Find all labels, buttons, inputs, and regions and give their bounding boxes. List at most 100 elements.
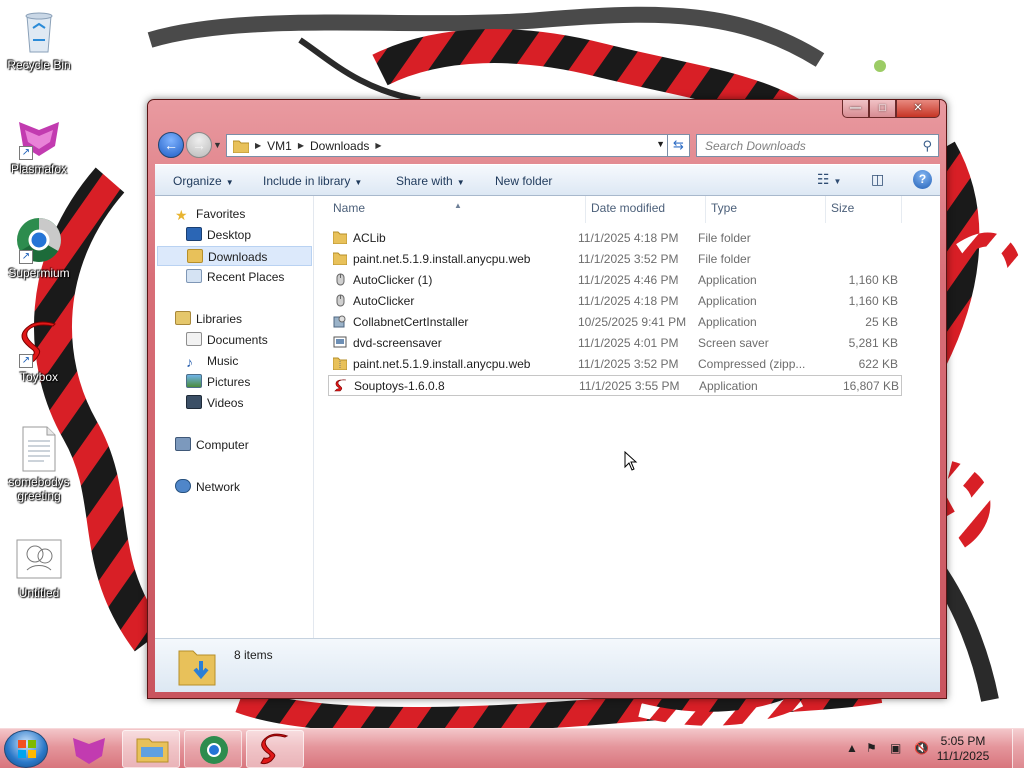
nav-music[interactable]: ♪ Music xyxy=(186,351,238,371)
nav-label: Documents xyxy=(207,333,268,347)
file-row[interactable]: paint.net.5.1.9.install.anycpu.web 11/1/2… xyxy=(328,354,902,375)
search-icon[interactable]: ⚲ xyxy=(922,138,932,154)
nav-videos[interactable]: Videos xyxy=(186,393,243,413)
close-button[interactable]: ✕ xyxy=(896,100,940,118)
show-desktop-button[interactable] xyxy=(1012,729,1024,769)
taskbar-supermium[interactable] xyxy=(184,730,242,768)
breadcrumb-chevron-icon[interactable]: ▶ xyxy=(298,141,304,150)
file-name-text: dvd-screensaver xyxy=(353,336,442,350)
file-name[interactable]: paint.net.5.1.9.install.anycpu.web xyxy=(333,249,588,270)
refresh-button[interactable]: ⇆ xyxy=(668,134,690,157)
file-row[interactable]: AutoClicker (1) 11/1/2025 4:46 PM Applicat… xyxy=(328,270,902,291)
desktop-icon-toybox[interactable]: ↗ Toybox xyxy=(4,320,74,384)
search-input[interactable]: Search Downloads ⚲ xyxy=(696,134,939,157)
column-header-size[interactable]: Size xyxy=(826,196,902,223)
address-dropdown-icon[interactable]: ▼ xyxy=(656,139,665,149)
file-name[interactable]: paint.net.5.1.9.install.anycpu.web xyxy=(333,354,588,375)
recent-pages-dropdown-icon[interactable]: ▼ xyxy=(213,140,222,150)
shortcut-arrow-icon: ↗ xyxy=(19,250,33,264)
file-row[interactable]: paint.net.5.1.9.install.anycpu.web 11/1/2… xyxy=(328,249,902,270)
details-pane: 8 items xyxy=(155,638,940,692)
file-row[interactable]: ACLib 11/1/2025 4:18 PM File folder xyxy=(328,228,902,249)
star-icon: ★ xyxy=(175,207,188,223)
forward-button[interactable]: → xyxy=(186,132,212,158)
organize-button[interactable]: Organize ▼ xyxy=(173,174,234,188)
nav-pictures[interactable]: Pictures xyxy=(186,372,250,392)
desktop-icon-recycle-bin[interactable]: Recycle Bin xyxy=(4,8,74,72)
file-name[interactable]: AutoClicker (1) xyxy=(333,270,588,291)
taskbar-clock[interactable]: 5:05 PM 11/1/2025 xyxy=(918,734,1008,764)
share-with-button[interactable]: Share with ▼ xyxy=(396,174,465,188)
zip-folder-icon xyxy=(333,357,353,371)
desktop-icon-label: Plasmafox xyxy=(10,162,68,176)
breadcrumb-downloads[interactable]: Downloads xyxy=(310,139,369,153)
show-hidden-icons-button[interactable]: ▲ xyxy=(846,741,858,755)
file-name-text: ACLib xyxy=(353,231,386,245)
file-name[interactable]: ACLib xyxy=(333,228,588,249)
desktop-icon-somebodys-greeting[interactable]: somebodys greeting xyxy=(4,425,74,503)
file-row[interactable]: dvd-screensaver 11/1/2025 4:01 PM Screen s… xyxy=(328,333,902,354)
breadcrumb-vm1[interactable]: VM1 xyxy=(267,139,292,153)
mouse-cursor-icon xyxy=(624,451,638,471)
file-row[interactable]: CollabnetCertInstaller 10/25/2025 9:41 PM… xyxy=(328,312,902,333)
text-file-icon xyxy=(15,425,63,473)
back-arrow-icon: ← xyxy=(164,137,178,153)
desktop-icon-untitled[interactable]: Untitled xyxy=(4,536,74,600)
taskbar-plasmafox[interactable] xyxy=(60,730,118,768)
column-header-date-modified[interactable]: Date modified xyxy=(586,196,706,223)
file-name[interactable]: AutoClicker xyxy=(333,291,588,312)
explorer-window[interactable]: — □ ✕ ← → ▼ ▶ VM1 ▶ Downloads ▶ ▼ ⇆ Sear… xyxy=(147,99,947,699)
file-type: File folder xyxy=(698,252,751,266)
change-view-button[interactable]: ☷ ▼ xyxy=(817,171,841,188)
taskbar-windows-explorer[interactable] xyxy=(122,730,180,768)
installer-icon xyxy=(333,315,353,329)
taskbar-souptoys[interactable] xyxy=(246,730,304,768)
nav-libraries[interactable]: Libraries xyxy=(175,309,242,329)
nav-favorites[interactable]: ★ Favorites xyxy=(175,204,245,224)
breadcrumb-chevron-icon[interactable]: ▶ xyxy=(375,141,381,150)
file-row[interactable]: Souptoys-1.6.0.8 11/1/2025 3:55 PM Applica… xyxy=(328,375,902,396)
nav-documents[interactable]: Documents xyxy=(186,330,268,350)
organize-label: Organize xyxy=(173,174,222,188)
nav-label: Music xyxy=(207,354,239,368)
breadcrumb-chevron-icon[interactable]: ▶ xyxy=(255,141,261,150)
recent-places-icon xyxy=(186,269,202,283)
maximize-button[interactable]: □ xyxy=(869,100,896,118)
windows-explorer-icon xyxy=(136,738,169,763)
desktop-icon xyxy=(186,227,202,241)
file-date-modified: 11/1/2025 4:18 PM xyxy=(578,294,679,308)
desktop-icon-plasmafox[interactable]: ↗ Plasmafox xyxy=(4,112,74,176)
desktop-icon-supermium[interactable]: ↗ Supermium xyxy=(4,216,74,280)
file-date-modified: 11/1/2025 3:55 PM xyxy=(579,379,680,393)
nav-network[interactable]: Network xyxy=(175,477,240,497)
souptoys-icon xyxy=(334,379,354,393)
network-tray-icon[interactable]: ▣ xyxy=(890,741,901,755)
file-row[interactable]: AutoClicker 11/1/2025 4:18 PM Application 1… xyxy=(328,291,902,312)
file-name-text: paint.net.5.1.9.install.anycpu.web xyxy=(353,357,531,371)
action-center-flag-icon[interactable]: ⚑ xyxy=(866,741,877,755)
taskbar: ▲ ⚑ ▣ 🔇 5:05 PM 11/1/2025 xyxy=(0,728,1024,769)
nav-computer[interactable]: Computer xyxy=(175,435,249,455)
file-name[interactable]: dvd-screensaver xyxy=(333,333,588,354)
help-button[interactable]: ? xyxy=(913,170,932,189)
nav-downloads[interactable]: Downloads xyxy=(157,246,312,266)
minimize-button[interactable]: — xyxy=(842,100,869,118)
file-name[interactable]: Souptoys-1.6.0.8 xyxy=(334,376,589,397)
column-header-name[interactable]: Name ▲ xyxy=(328,196,586,223)
column-header-type[interactable]: Type xyxy=(706,196,826,223)
new-folder-button[interactable]: New folder xyxy=(495,174,552,188)
back-button[interactable]: ← xyxy=(158,132,184,158)
mouse-icon xyxy=(333,273,353,287)
address-bar[interactable]: ▶ VM1 ▶ Downloads ▶ ▼ xyxy=(226,134,668,157)
supermium-icon xyxy=(200,736,228,764)
desktop-icon-label: Untitled xyxy=(18,586,60,600)
help-icon: ? xyxy=(918,172,927,186)
shortcut-arrow-icon: ↗ xyxy=(19,146,33,160)
preview-pane-button[interactable]: ◫ xyxy=(871,171,884,188)
nav-desktop[interactable]: Desktop xyxy=(186,225,251,245)
include-in-library-button[interactable]: Include in library ▼ xyxy=(263,174,362,188)
file-name[interactable]: CollabnetCertInstaller xyxy=(333,312,588,333)
start-button[interactable] xyxy=(4,730,48,768)
dropdown-arrow-icon: ▼ xyxy=(225,178,234,187)
nav-recent-places[interactable]: Recent Places xyxy=(186,267,284,287)
